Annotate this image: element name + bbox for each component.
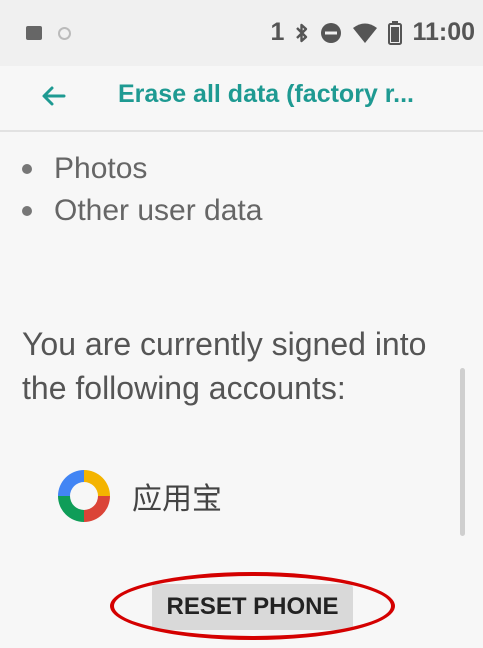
page-title: Erase all data (factory r... bbox=[118, 80, 414, 108]
bullet-icon bbox=[22, 164, 32, 174]
scrollbar[interactable] bbox=[460, 368, 465, 536]
sim-indicator: 1 bbox=[270, 18, 285, 46]
bullet-icon bbox=[22, 206, 32, 216]
bullet-label: Other user data bbox=[54, 194, 263, 227]
bluetooth-icon bbox=[294, 22, 310, 44]
list-item: Photos bbox=[22, 152, 147, 186]
signed-in-text: You are currently signed into the follow… bbox=[22, 326, 427, 406]
bullet-label: Photos bbox=[54, 152, 148, 185]
account-name: 应用宝 bbox=[132, 482, 222, 517]
back-arrow-icon[interactable] bbox=[38, 80, 70, 112]
app-logo-icon bbox=[58, 470, 110, 522]
reset-phone-button[interactable]: RESET PHONE bbox=[152, 584, 353, 630]
image-icon bbox=[26, 26, 42, 40]
account-row: 应用宝 bbox=[52, 464, 222, 528]
wifi-icon bbox=[352, 22, 378, 44]
status-bar: 1 11:00 bbox=[0, 0, 483, 66]
dnd-icon bbox=[320, 22, 342, 44]
list-item: Other user data bbox=[22, 194, 262, 228]
app-bar: Erase all data (factory r... bbox=[0, 66, 483, 132]
reset-area: RESET PHONE bbox=[110, 572, 395, 640]
battery-icon bbox=[388, 20, 403, 45]
main-content: Photos Other user data You are currently… bbox=[0, 132, 483, 648]
status-right-icons: 1 11:00 bbox=[271, 18, 475, 47]
status-left-icons bbox=[26, 26, 71, 40]
status-time: 11:00 bbox=[412, 18, 475, 46]
circle-icon bbox=[58, 26, 71, 40]
